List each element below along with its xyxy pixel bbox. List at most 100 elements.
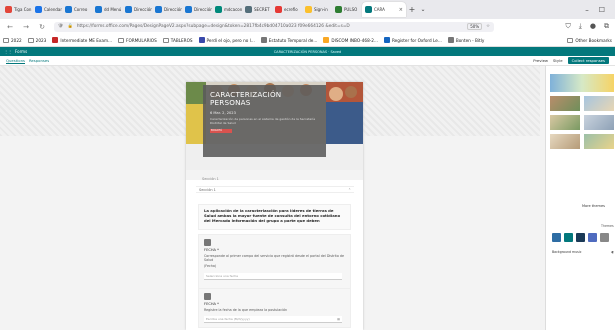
download-icon[interactable]: ⤓ xyxy=(579,22,582,31)
tab-5[interactable]: Dirección xyxy=(152,2,182,17)
back-icon[interactable]: ← xyxy=(6,23,14,31)
tab-strip: Tiga Con Calendar Correo dd Menú Dirección Di… xyxy=(2,2,362,17)
tab-7[interactable]: mdcacon xyxy=(212,2,242,17)
question-1-placeholder: Selecciona una fecha xyxy=(206,273,238,278)
zoom-level[interactable]: 50% xyxy=(467,23,483,30)
address-bar[interactable]: 🛡 🔒 https://forms.office.com/Pages/Desig… xyxy=(54,21,494,32)
tab-label: SECRET xyxy=(254,7,270,12)
color-swatch[interactable] xyxy=(552,233,561,242)
color-swatch[interactable] xyxy=(588,233,597,242)
tab-3[interactable]: dd Menú xyxy=(92,2,122,17)
bookmark-4[interactable]: TABLEROS xyxy=(162,37,193,43)
bookmark-5[interactable]: Perdí el ojo, pero no l... xyxy=(198,37,255,43)
color-swatch[interactable] xyxy=(576,233,585,242)
question-1-answer-field[interactable]: Selecciona una fecha xyxy=(204,272,342,280)
account-icon[interactable]: ● xyxy=(590,22,596,31)
maximize-icon[interactable]: ☐ xyxy=(599,6,605,14)
bookmark-2[interactable]: Intermediate ME Exam... xyxy=(52,37,112,43)
tab-2[interactable]: Correo xyxy=(62,2,92,17)
other-bookmarks[interactable]: Other Bookmarks xyxy=(567,37,612,43)
tab-10[interactable]: Sign-in xyxy=(302,2,332,17)
theme-thumbnail[interactable] xyxy=(584,96,614,111)
background-music-row[interactable]: Background music ◐ xyxy=(552,250,614,254)
bookmark-3[interactable]: FORMULARIOS xyxy=(118,37,157,43)
themes-label: Themes xyxy=(601,224,614,228)
bookmark-star-icon[interactable]: ☆ xyxy=(486,24,490,29)
bookmark-label: TABLEROS xyxy=(170,37,193,43)
theme-thumbnail[interactable] xyxy=(550,96,580,111)
favicon-icon xyxy=(275,6,282,13)
new-tab-button[interactable]: + xyxy=(406,5,418,14)
favicon-icon xyxy=(185,6,192,13)
section-header[interactable]: Sección 1 ⌃ xyxy=(196,186,354,193)
tab-label: Dirección xyxy=(164,7,182,12)
question-2-answer-field[interactable]: Escriba una fecha (M/d/yyyy) ▦ xyxy=(204,316,342,324)
form-header[interactable]: CARACTERIZACIÓN PERSONAS 6 Mar. 2, 2023 … xyxy=(186,82,363,170)
tab-label: Correo xyxy=(74,7,88,12)
form-description[interactable]: Caracterización de personas en el sistem… xyxy=(210,117,319,126)
bookmark-0[interactable]: 2022 xyxy=(3,37,22,43)
style-button[interactable]: Style xyxy=(553,58,563,63)
theme-thumbnails xyxy=(550,74,615,149)
bookmark-6[interactable]: Estatuto Temporal de... xyxy=(260,37,317,43)
favicon-icon xyxy=(198,37,205,43)
bookmark-label: 2023 xyxy=(35,37,47,43)
tab-4[interactable]: Dirección xyxy=(122,2,152,17)
minimize-icon[interactable]: – xyxy=(585,6,589,14)
favicon-icon xyxy=(260,37,267,43)
forms-toolbar: Questions Responses Preview Style Collec… xyxy=(0,56,615,66)
bookmark-7[interactable]: DISCOM INBO-468-2... xyxy=(323,37,378,43)
bookmark-1[interactable]: 2023 xyxy=(27,37,47,43)
form-title[interactable]: CARACTERIZACIÓN PERSONAS xyxy=(210,91,319,107)
theme-thumbnail[interactable] xyxy=(584,134,614,149)
organization-logo: BOGOTÁ xyxy=(210,128,232,133)
favicon-icon xyxy=(95,6,102,13)
theme-panel: More themes Themes Background music ◐ xyxy=(545,66,615,330)
color-swatch[interactable] xyxy=(600,233,609,242)
tab-6[interactable]: Dirección xyxy=(182,2,212,17)
chevron-up-icon[interactable]: ⌃ xyxy=(348,188,351,192)
theme-thumbnail[interactable] xyxy=(584,115,614,130)
tab-list-icon[interactable]: ⌄ xyxy=(418,6,428,13)
tab-11[interactable]: PULSO xyxy=(332,2,362,17)
folder-icon xyxy=(3,37,9,43)
theme-thumbnail[interactable] xyxy=(550,74,614,92)
theme-thumbnail[interactable] xyxy=(550,134,580,149)
tab-responses[interactable]: Responses xyxy=(29,58,49,63)
color-swatch[interactable] xyxy=(564,233,573,242)
favicon-icon xyxy=(447,37,454,43)
collect-responses-button[interactable]: Collect responses xyxy=(567,57,609,64)
more-themes-link[interactable]: More themes xyxy=(582,204,605,208)
question-2-placeholder: Escriba una fecha (M/d/yyyy) xyxy=(206,317,250,322)
intro-text-block[interactable]: La aplicación de la caracterización para… xyxy=(198,204,351,230)
theme-thumbnail[interactable] xyxy=(550,115,580,130)
calendar-icon[interactable]: ▦ xyxy=(337,317,340,321)
tab-8[interactable]: SECRET xyxy=(242,2,272,17)
bookmark-9[interactable]: Bonten - Bitly xyxy=(447,37,484,43)
forms-icon xyxy=(365,6,372,13)
tab-9[interactable]: ecreflo xyxy=(272,2,302,17)
favicon-icon xyxy=(35,6,42,13)
question-2[interactable]: FECHA * Registre la fecha de la que empi… xyxy=(198,288,351,328)
bookmark-label: Register for Oxford Le... xyxy=(391,37,442,43)
folder-icon xyxy=(162,37,169,43)
forms-app-header: ⋮⋮ Forms CARACTERIZACIÓN PERSONAS · Save… xyxy=(0,47,615,56)
forward-icon[interactable]: → xyxy=(22,23,30,31)
tab-label: Calendar xyxy=(44,7,62,12)
favicon-icon xyxy=(383,37,390,43)
favicon-icon xyxy=(335,6,342,13)
close-icon[interactable]: × xyxy=(399,7,403,13)
question-2-text: Registre la fecha de la que empieza la p… xyxy=(204,308,288,312)
tab-questions[interactable]: Questions xyxy=(6,58,25,64)
color-swatches xyxy=(552,233,609,242)
tab-1[interactable]: Calendar xyxy=(32,2,62,17)
tab-0[interactable]: Tiga Con xyxy=(2,2,32,17)
toggle-icon[interactable]: ◐ xyxy=(611,250,614,254)
pocket-icon[interactable]: ⛉ xyxy=(566,22,571,31)
reload-icon[interactable]: ↻ xyxy=(38,23,46,31)
tab-active[interactable]: CARA × xyxy=(362,2,406,17)
bookmark-8[interactable]: Register for Oxford Le... xyxy=(383,37,442,43)
preview-button[interactable]: Preview xyxy=(533,58,548,63)
question-1[interactable]: FECHA * Corresponde al primer campo del … xyxy=(198,234,351,296)
extensions-icon[interactable]: ⧉ xyxy=(604,22,609,31)
